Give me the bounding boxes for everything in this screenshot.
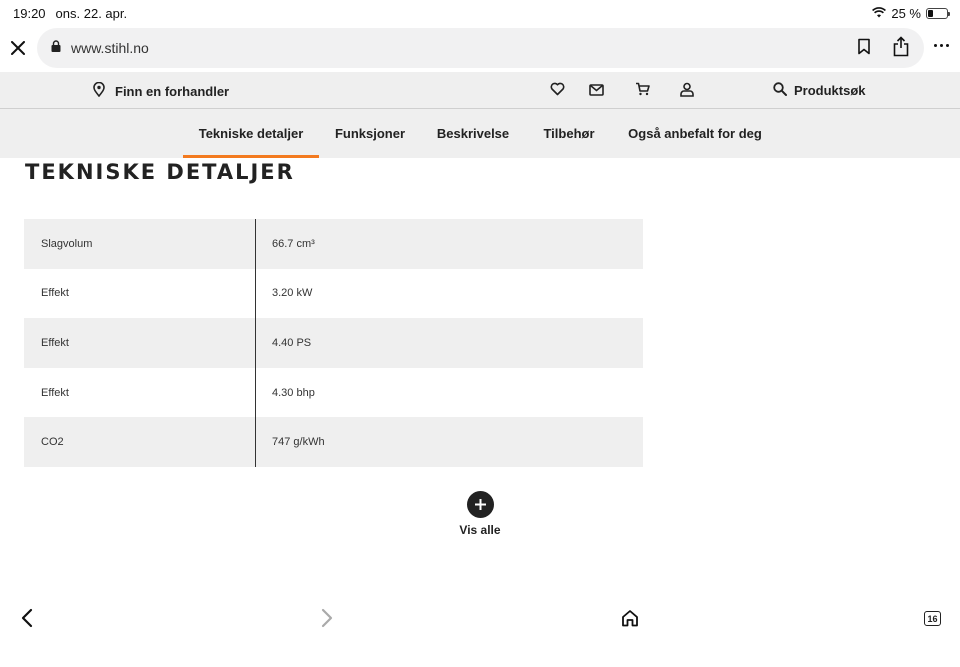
table-row: Effekt 4.40 PS xyxy=(24,318,643,368)
browser-bar: www.stihl.no xyxy=(0,26,960,72)
table-row: Effekt 3.20 kW xyxy=(24,268,643,319)
spec-value: 4.30 bhp xyxy=(272,386,315,399)
show-all-label: Vis alle xyxy=(459,523,501,537)
tab-funksjoner[interactable]: Funksjoner xyxy=(329,109,411,158)
tab-ogsa-anbefalt[interactable]: Også anbefalt for deg xyxy=(623,109,767,158)
battery-icon xyxy=(926,7,950,19)
spec-value: 3.20 kW xyxy=(272,287,313,300)
wifi-icon xyxy=(872,6,887,21)
address-field[interactable]: www.stihl.no xyxy=(37,28,924,68)
table-row: CO2 747 g/kWh xyxy=(24,417,643,467)
table-row: Effekt 4.30 bhp xyxy=(24,367,643,418)
spec-value: 66.7 cm³ xyxy=(272,237,315,250)
site-header: Finn en forhandler Produktsøk xyxy=(0,72,960,109)
spec-table: Slagvolum 66.7 cm³ Effekt 3.20 kW Effekt… xyxy=(24,219,643,467)
product-search-label: Produktsøk xyxy=(794,83,866,98)
table-row: Slagvolum 66.7 cm³ xyxy=(24,219,643,269)
spec-label: Slagvolum xyxy=(24,219,256,269)
spec-label: CO2 xyxy=(24,417,256,467)
tabs-count-icon[interactable]: 16 xyxy=(924,611,941,626)
product-search[interactable]: Produktsøk xyxy=(773,82,866,99)
search-icon xyxy=(773,82,787,99)
spec-label: Effekt xyxy=(24,318,256,368)
user-icon[interactable] xyxy=(680,82,694,102)
more-icon[interactable] xyxy=(934,44,949,47)
cart-icon[interactable] xyxy=(635,82,650,101)
battery-fill xyxy=(928,9,933,17)
spec-value: 4.40 PS xyxy=(272,336,312,349)
home-icon[interactable] xyxy=(621,609,639,632)
spec-label: Effekt xyxy=(24,367,256,418)
forward-icon[interactable] xyxy=(320,608,334,633)
status-date: ons. 22. apr. xyxy=(55,5,128,21)
close-icon[interactable] xyxy=(9,39,27,57)
plus-icon xyxy=(466,491,494,518)
section-title: TEKNISKE DETALJER xyxy=(25,160,295,184)
location-pin-icon xyxy=(93,81,105,100)
dealer-link-label: Finn en forhandler xyxy=(115,83,230,99)
status-bar: 19:20 ons. 22. apr. 25 % xyxy=(0,0,960,26)
spec-value: 747 g/kWh xyxy=(272,436,325,449)
mail-icon[interactable] xyxy=(589,83,604,101)
lock-icon xyxy=(51,39,61,57)
tab-tekniske-detaljer[interactable]: Tekniske detaljer xyxy=(183,109,319,158)
tab-beskrivelse[interactable]: Beskrivelse xyxy=(431,109,515,158)
bookmark-icon[interactable] xyxy=(857,38,871,60)
section-tabs: Tekniske detaljer Funksjoner Beskrivelse… xyxy=(0,109,960,158)
heart-icon[interactable] xyxy=(550,82,565,101)
show-all-button[interactable]: Vis alle xyxy=(440,491,520,537)
share-icon[interactable] xyxy=(892,36,910,62)
battery-percent: 25 % xyxy=(891,5,921,21)
spec-label: Effekt xyxy=(24,268,256,319)
back-icon[interactable] xyxy=(20,608,34,633)
status-time: 19:20 xyxy=(13,5,46,21)
url-text: www.stihl.no xyxy=(71,40,149,56)
tab-tilbehor[interactable]: Tilbehør xyxy=(535,109,603,158)
dealer-link[interactable]: Finn en forhandler xyxy=(93,81,230,100)
bottom-toolbar xyxy=(0,598,960,640)
